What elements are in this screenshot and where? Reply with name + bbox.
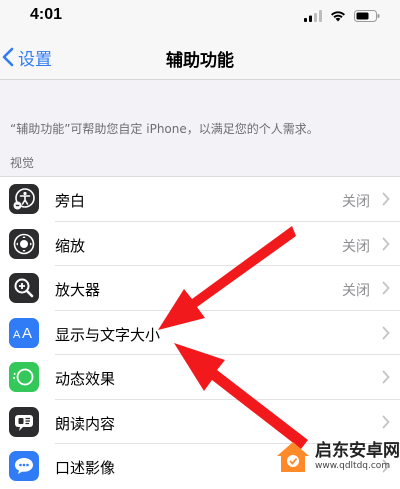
row-label: 旁白 — [55, 192, 86, 210]
text-size-icon: A A — [9, 317, 39, 348]
wifi-icon — [331, 11, 345, 22]
svg-text:A: A — [13, 329, 21, 341]
settings-row-zoom[interactable]: 缩放 关闭 — [0, 222, 400, 266]
section-header-vision: 视觉 — [10, 156, 35, 170]
row-label: 显示与文字大小 — [55, 325, 161, 344]
chevron-right-icon — [382, 281, 390, 295]
watermark-title: 启东安卓网 — [315, 441, 400, 461]
battery-icon — [354, 10, 380, 22]
description-text: “辅助功能”可帮助您自定 iPhone，以满足您的个人需求。 — [10, 122, 319, 136]
motion-icon — [9, 362, 39, 392]
settings-row-display-text-size[interactable]: A A 显示与文字大小 — [0, 311, 400, 355]
zoom-icon — [9, 228, 39, 259]
chevron-right-icon — [382, 192, 390, 206]
status-time: 4:01 — [30, 6, 63, 23]
row-label: 口述影像 — [55, 459, 116, 477]
svg-text:A: A — [22, 325, 32, 342]
chevron-right-icon — [382, 237, 390, 250]
settings-row-magnifier[interactable]: 放大器 关闭 — [0, 266, 400, 311]
watermark: 启东安卓网 www.qdltdq.com — [275, 440, 400, 474]
chevron-right-icon — [382, 415, 390, 428]
settings-row-motion[interactable]: 动态效果 — [0, 355, 400, 400]
signal-icon — [304, 10, 322, 22]
row-label: 缩放 — [55, 236, 86, 255]
status-icons — [304, 9, 380, 23]
status-bar: 4:01 — [0, 0, 400, 34]
row-value: 关闭 — [342, 283, 370, 299]
chevron-right-icon — [382, 370, 390, 384]
page-title: 辅助功能 — [166, 51, 234, 71]
row-label: 动态效果 — [55, 370, 116, 388]
chevron-right-icon — [382, 326, 390, 339]
nav-bar: 设置 辅助功能 — [0, 34, 400, 80]
audio-description-icon — [9, 451, 39, 481]
settings-row-voiceover[interactable]: 旁白 关闭 — [0, 177, 400, 222]
row-value: 关闭 — [342, 238, 370, 255]
magnifier-icon — [9, 273, 39, 303]
row-value: 关闭 — [342, 194, 370, 210]
row-label: 朗读内容 — [55, 414, 116, 433]
row-label: 放大器 — [55, 281, 101, 299]
voiceover-icon — [9, 184, 39, 214]
house-logo-icon — [277, 442, 309, 472]
watermark-url: www.qdltdq.com — [315, 461, 391, 471]
settings-row-spoken-content[interactable]: 朗读内容 — [0, 400, 400, 444]
spoken-content-icon — [9, 406, 39, 437]
